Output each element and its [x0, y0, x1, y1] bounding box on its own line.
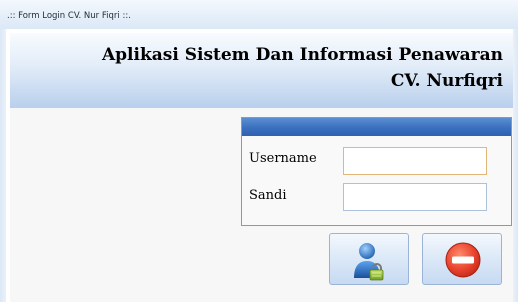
no-entry-icon: [445, 242, 481, 278]
window-frame-left: [0, 29, 6, 302]
user-lock-icon: [354, 243, 384, 281]
username-label: Username: [249, 151, 317, 166]
app-header-banner: Aplikasi Sistem Dan Informasi Penawaran …: [10, 33, 513, 108]
username-input[interactable]: [343, 147, 487, 175]
app-title-line2: CV. Nurfiqri: [390, 71, 503, 91]
title-bar[interactable]: .:: Form Login CV. Nur Fiqri ::.: [0, 0, 518, 29]
login-window: .:: Form Login CV. Nur Fiqri ::. Aplikas…: [0, 0, 518, 302]
window-title: .:: Form Login CV. Nur Fiqri ::.: [7, 11, 131, 21]
password-input[interactable]: [343, 183, 487, 211]
password-label: Sandi: [249, 188, 287, 203]
app-title-line1: Aplikasi Sistem Dan Informasi Penawaran: [101, 45, 503, 65]
login-panel-header: [242, 118, 511, 136]
cancel-button[interactable]: [422, 233, 502, 285]
login-button[interactable]: [329, 233, 409, 285]
login-panel: Username Sandi: [241, 117, 512, 226]
app-title: Aplikasi Sistem Dan Informasi Penawaran …: [23, 42, 503, 94]
window-frame-right: [513, 29, 518, 302]
